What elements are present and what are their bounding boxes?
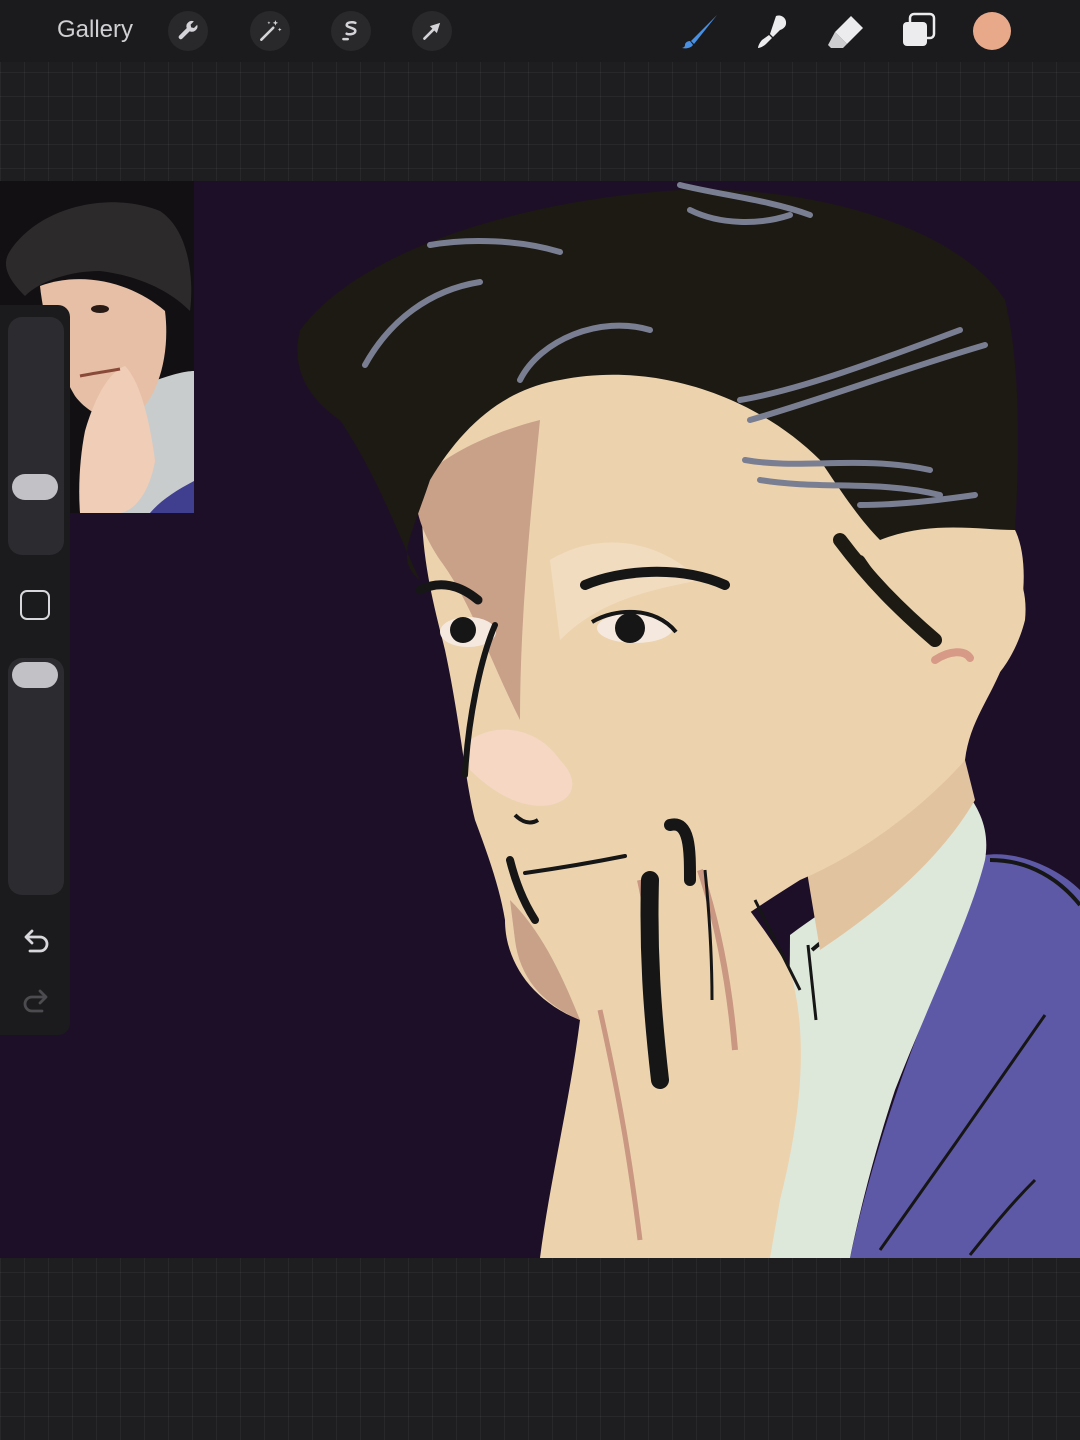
- actions-button[interactable]: [168, 11, 208, 51]
- brush-size-thumb[interactable]: [12, 474, 58, 500]
- smudge-tool[interactable]: [752, 10, 794, 52]
- selection-icon: [342, 21, 357, 41]
- color-swatch-button[interactable]: [973, 12, 1011, 50]
- adjustments-button[interactable]: [250, 11, 290, 51]
- layers-icon: [903, 12, 936, 46]
- brush-icon: [682, 15, 717, 49]
- selection-button[interactable]: [331, 11, 371, 51]
- redo-icon: [23, 989, 48, 1013]
- smudge-icon: [758, 15, 787, 48]
- photo-eye: [91, 305, 109, 313]
- left-sidebar: [0, 305, 70, 1035]
- opacity-slider[interactable]: [8, 658, 64, 895]
- opacity-thumb[interactable]: [12, 662, 58, 688]
- transform-button[interactable]: [412, 11, 452, 51]
- eraser-tool[interactable]: [825, 10, 867, 52]
- undo-button[interactable]: [19, 925, 53, 959]
- layers-button[interactable]: [898, 10, 940, 52]
- top-toolbar: Gallery: [0, 0, 1080, 62]
- modify-button[interactable]: [20, 590, 50, 620]
- finger-outline: [640, 871, 669, 1089]
- eraser-icon: [828, 16, 863, 48]
- transform-arrow-icon: [423, 22, 441, 40]
- redo-button[interactable]: [19, 985, 53, 1019]
- pupil: [450, 617, 476, 643]
- brush-tool[interactable]: [679, 10, 721, 52]
- magic-wand-icon: [260, 20, 282, 41]
- undo-icon: [24, 929, 49, 953]
- gallery-button[interactable]: Gallery: [57, 16, 133, 44]
- pupil: [615, 613, 645, 643]
- brush-size-slider[interactable]: [8, 317, 64, 555]
- wrench-icon: [178, 20, 198, 40]
